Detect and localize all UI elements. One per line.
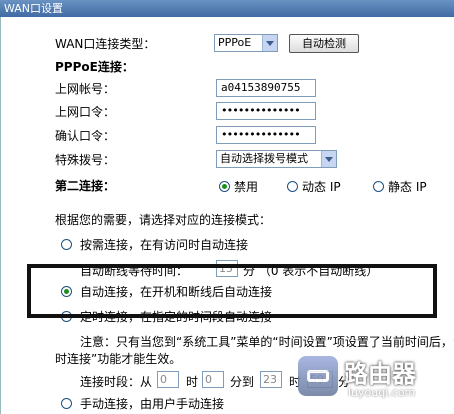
second-conn-disabled-label: 禁用 bbox=[234, 180, 259, 194]
confirm-password-input[interactable]: •••••••••••••• bbox=[216, 126, 316, 144]
wan-type-select[interactable]: PPPoE bbox=[214, 34, 278, 52]
wan-type-label: WAN口连接类型： bbox=[55, 37, 156, 51]
on-demand-radio[interactable] bbox=[61, 239, 72, 250]
account-label: 上网帐号： bbox=[55, 82, 116, 96]
time-note-line2: 时连接”功能才能生效。 bbox=[55, 352, 182, 366]
to-label: 分到 bbox=[230, 375, 255, 389]
wan-type-value: PPPoE bbox=[218, 36, 252, 49]
router-logo-icon bbox=[298, 356, 338, 396]
from-hour-input[interactable]: 0 bbox=[157, 371, 179, 388]
second-conn-dynamic-radio[interactable] bbox=[287, 181, 298, 192]
manual-connect-label: 手动连接，由用户手动连接 bbox=[80, 397, 225, 411]
watermark: 路由器 luyouqi.com bbox=[298, 354, 448, 406]
watermark-text: 路由器 bbox=[344, 360, 416, 388]
to-hour-input[interactable]: 23 bbox=[260, 371, 282, 388]
confirm-password-label: 确认口令： bbox=[55, 129, 116, 143]
chevron-down-icon bbox=[321, 151, 336, 167]
mode-intro: 根据您的需要，请选择对应的连接模式： bbox=[55, 213, 272, 227]
second-conn-disabled-radio[interactable] bbox=[219, 181, 230, 192]
period-label: 连接时段：从 bbox=[80, 375, 153, 389]
window-title: WAN口设置 bbox=[0, 0, 454, 17]
from-minute-input[interactable]: 0 bbox=[202, 371, 224, 388]
pppoe-section-label: PPPoE连接： bbox=[55, 60, 134, 74]
special-dial-label: 特殊拨号： bbox=[55, 153, 116, 167]
second-conn-static-radio[interactable] bbox=[373, 181, 384, 192]
time-note-line1: 注意：只有当您到“系统工具”菜单的“时间设置”项设置了当前时间后，“定 bbox=[80, 335, 454, 349]
chevron-down-icon bbox=[262, 35, 277, 51]
account-input[interactable]: a04153890755 bbox=[216, 79, 316, 97]
password-input[interactable]: •••••••••••••• bbox=[216, 102, 316, 120]
on-demand-label: 按需连接，在有访问时自动连接 bbox=[80, 238, 249, 252]
highlight-box bbox=[27, 264, 437, 318]
manual-connect-radio[interactable] bbox=[61, 398, 72, 409]
special-dial-select[interactable]: 自动选择拨号模式 bbox=[216, 150, 337, 168]
second-conn-dynamic-label: 动态 IP bbox=[302, 180, 341, 194]
second-conn-label: 第二连接： bbox=[55, 179, 116, 193]
second-conn-static-label: 静态 IP bbox=[388, 180, 427, 194]
watermark-subtext: luyouqi.com bbox=[348, 386, 416, 399]
password-label: 上网口令： bbox=[55, 105, 116, 119]
hour-unit-1: 时 bbox=[186, 375, 199, 389]
auto-detect-button[interactable]: 自动检测 bbox=[289, 34, 359, 53]
special-dial-value: 自动选择拨号模式 bbox=[220, 152, 308, 165]
